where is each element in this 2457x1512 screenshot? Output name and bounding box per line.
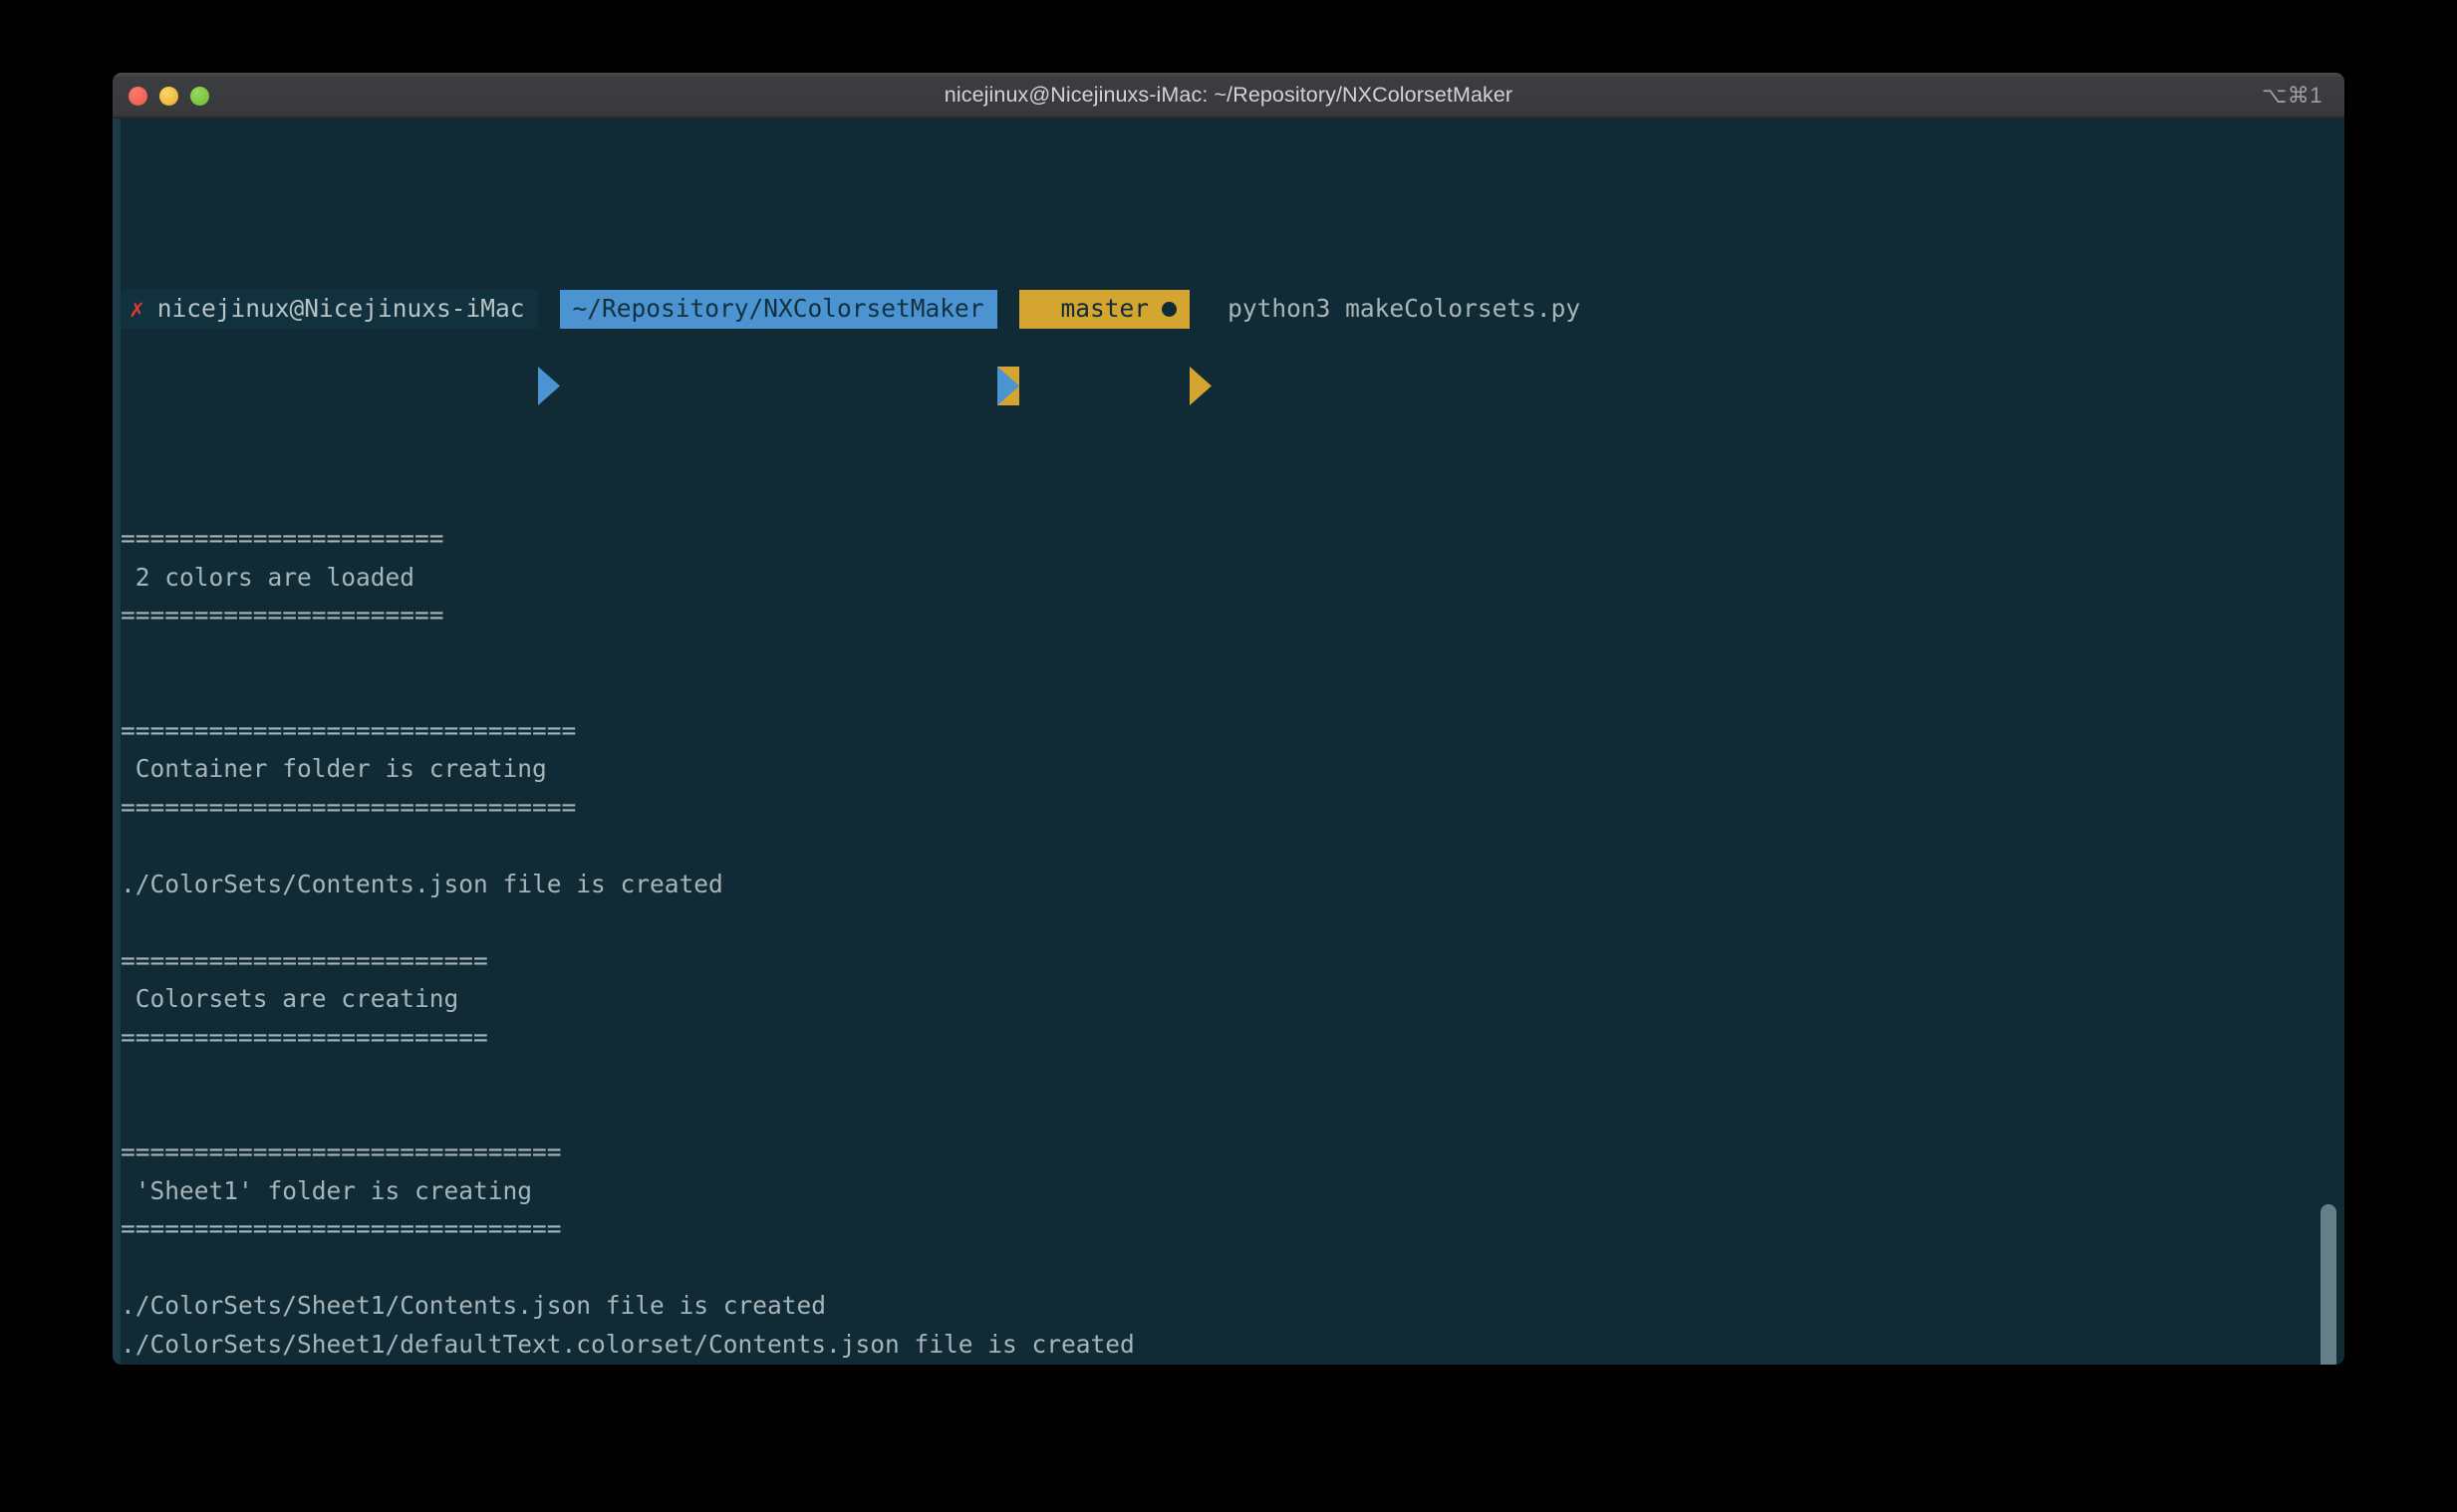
- terminal-line-rule-2b: ===============================: [121, 792, 577, 822]
- terminal-line-rule-2a: ===============================: [121, 715, 577, 745]
- terminal-line-rule-4b: ==============================: [121, 1214, 562, 1243]
- terminal-line-blank-5: [121, 903, 2344, 942]
- terminal-line-rule-1a: ======================: [121, 524, 444, 553]
- prompt-host-label: nicejinux@Nicejinuxs-iMac: [156, 294, 525, 323]
- terminal-line-blank-7: [121, 1096, 2344, 1134]
- close-window-button[interactable]: [129, 86, 147, 106]
- terminal-line-file-2: ./ColorSets/Sheet1/Contents.json file is…: [121, 1291, 827, 1320]
- git-dirty-indicator-icon: [1162, 301, 1178, 317]
- terminal-line-rule-1b: ======================: [121, 601, 444, 630]
- separator-host-to-path-icon: [537, 290, 560, 405]
- keyboard-shortcut-hint: ⌥⌘1: [2261, 83, 2322, 108]
- terminal-line-blank-4: [121, 827, 2344, 866]
- prompt-git-segment: master: [1018, 290, 1226, 362]
- git-branch-icon: [1032, 296, 1226, 362]
- terminal-line-rule-3b: =========================: [121, 1022, 488, 1052]
- separator-git-to-command-icon: [1190, 290, 1213, 405]
- exit-status-error-icon: ✗: [130, 294, 144, 323]
- minimize-window-button[interactable]: [159, 86, 178, 106]
- terminal-line-file-4: ./ColorSets/Sheet1/grayText.colorset/Con…: [121, 1364, 2344, 1365]
- terminal-line-msg-2: Container folder is creating: [121, 754, 547, 783]
- prompt-command-text: python3 makeColorsets.py: [1228, 294, 1581, 323]
- terminal-line-msg-4: 'Sheet1' folder is creating: [121, 1175, 533, 1205]
- vertical-scrollbar[interactable]: [2318, 119, 2339, 1365]
- terminal-line-rule-3a: =========================: [121, 945, 488, 975]
- terminal-line-blank-2: [121, 635, 2344, 674]
- terminal-line-blank-3: [121, 673, 2344, 712]
- terminal-line-blank-6: [121, 1057, 2344, 1096]
- prompt-git-branch-label: master: [1060, 294, 1150, 323]
- terminal-line-msg-3: Colorsets are creating: [121, 984, 459, 1013]
- terminal-output-area[interactable]: ✗ nicejinux@Nicejinuxs-iMac ~/Repository/…: [121, 119, 2344, 1365]
- traffic-light-group: [129, 73, 209, 119]
- separator-path-to-git-icon: [996, 290, 1019, 405]
- prompt-path-segment: ~/Repository/NXColorsetMaker: [559, 290, 997, 329]
- terminal-line-blank-1: [121, 482, 2344, 521]
- prompt-host-segment: ✗ nicejinux@Nicejinuxs-iMac: [121, 290, 538, 329]
- terminal-body[interactable]: ✗ nicejinux@Nicejinuxs-iMac ~/Repository/…: [113, 119, 2344, 1365]
- title-bar[interactable]: nicejinux@Nicejinuxs-iMac: ~/Repository/…: [113, 73, 2344, 119]
- terminal-line-blank-8: [121, 1249, 2344, 1288]
- terminal-window[interactable]: nicejinux@Nicejinuxs-iMac: ~/Repository/…: [113, 73, 2344, 1365]
- scrollbar-thumb[interactable]: [2320, 1204, 2336, 1365]
- output-lines: ====================== 2 colors are load…: [121, 482, 2344, 1366]
- maximize-window-button[interactable]: [190, 86, 209, 106]
- terminal-left-gutter: [113, 119, 121, 1365]
- terminal-line-msg-1: 2 colors are loaded: [121, 562, 415, 592]
- terminal-line-rule-4a: ==============================: [121, 1137, 562, 1166]
- terminal-line-file-3: ./ColorSets/Sheet1/defaultText.colorset/…: [121, 1329, 1135, 1359]
- terminal-line-file-1: ./ColorSets/Contents.json file is create…: [121, 869, 723, 898]
- window-title: nicejinux@Nicejinuxs-iMac: ~/Repository/…: [944, 83, 1513, 107]
- prompt-line-top: ✗ nicejinux@Nicejinuxs-iMac ~/Repository/…: [121, 290, 2344, 405]
